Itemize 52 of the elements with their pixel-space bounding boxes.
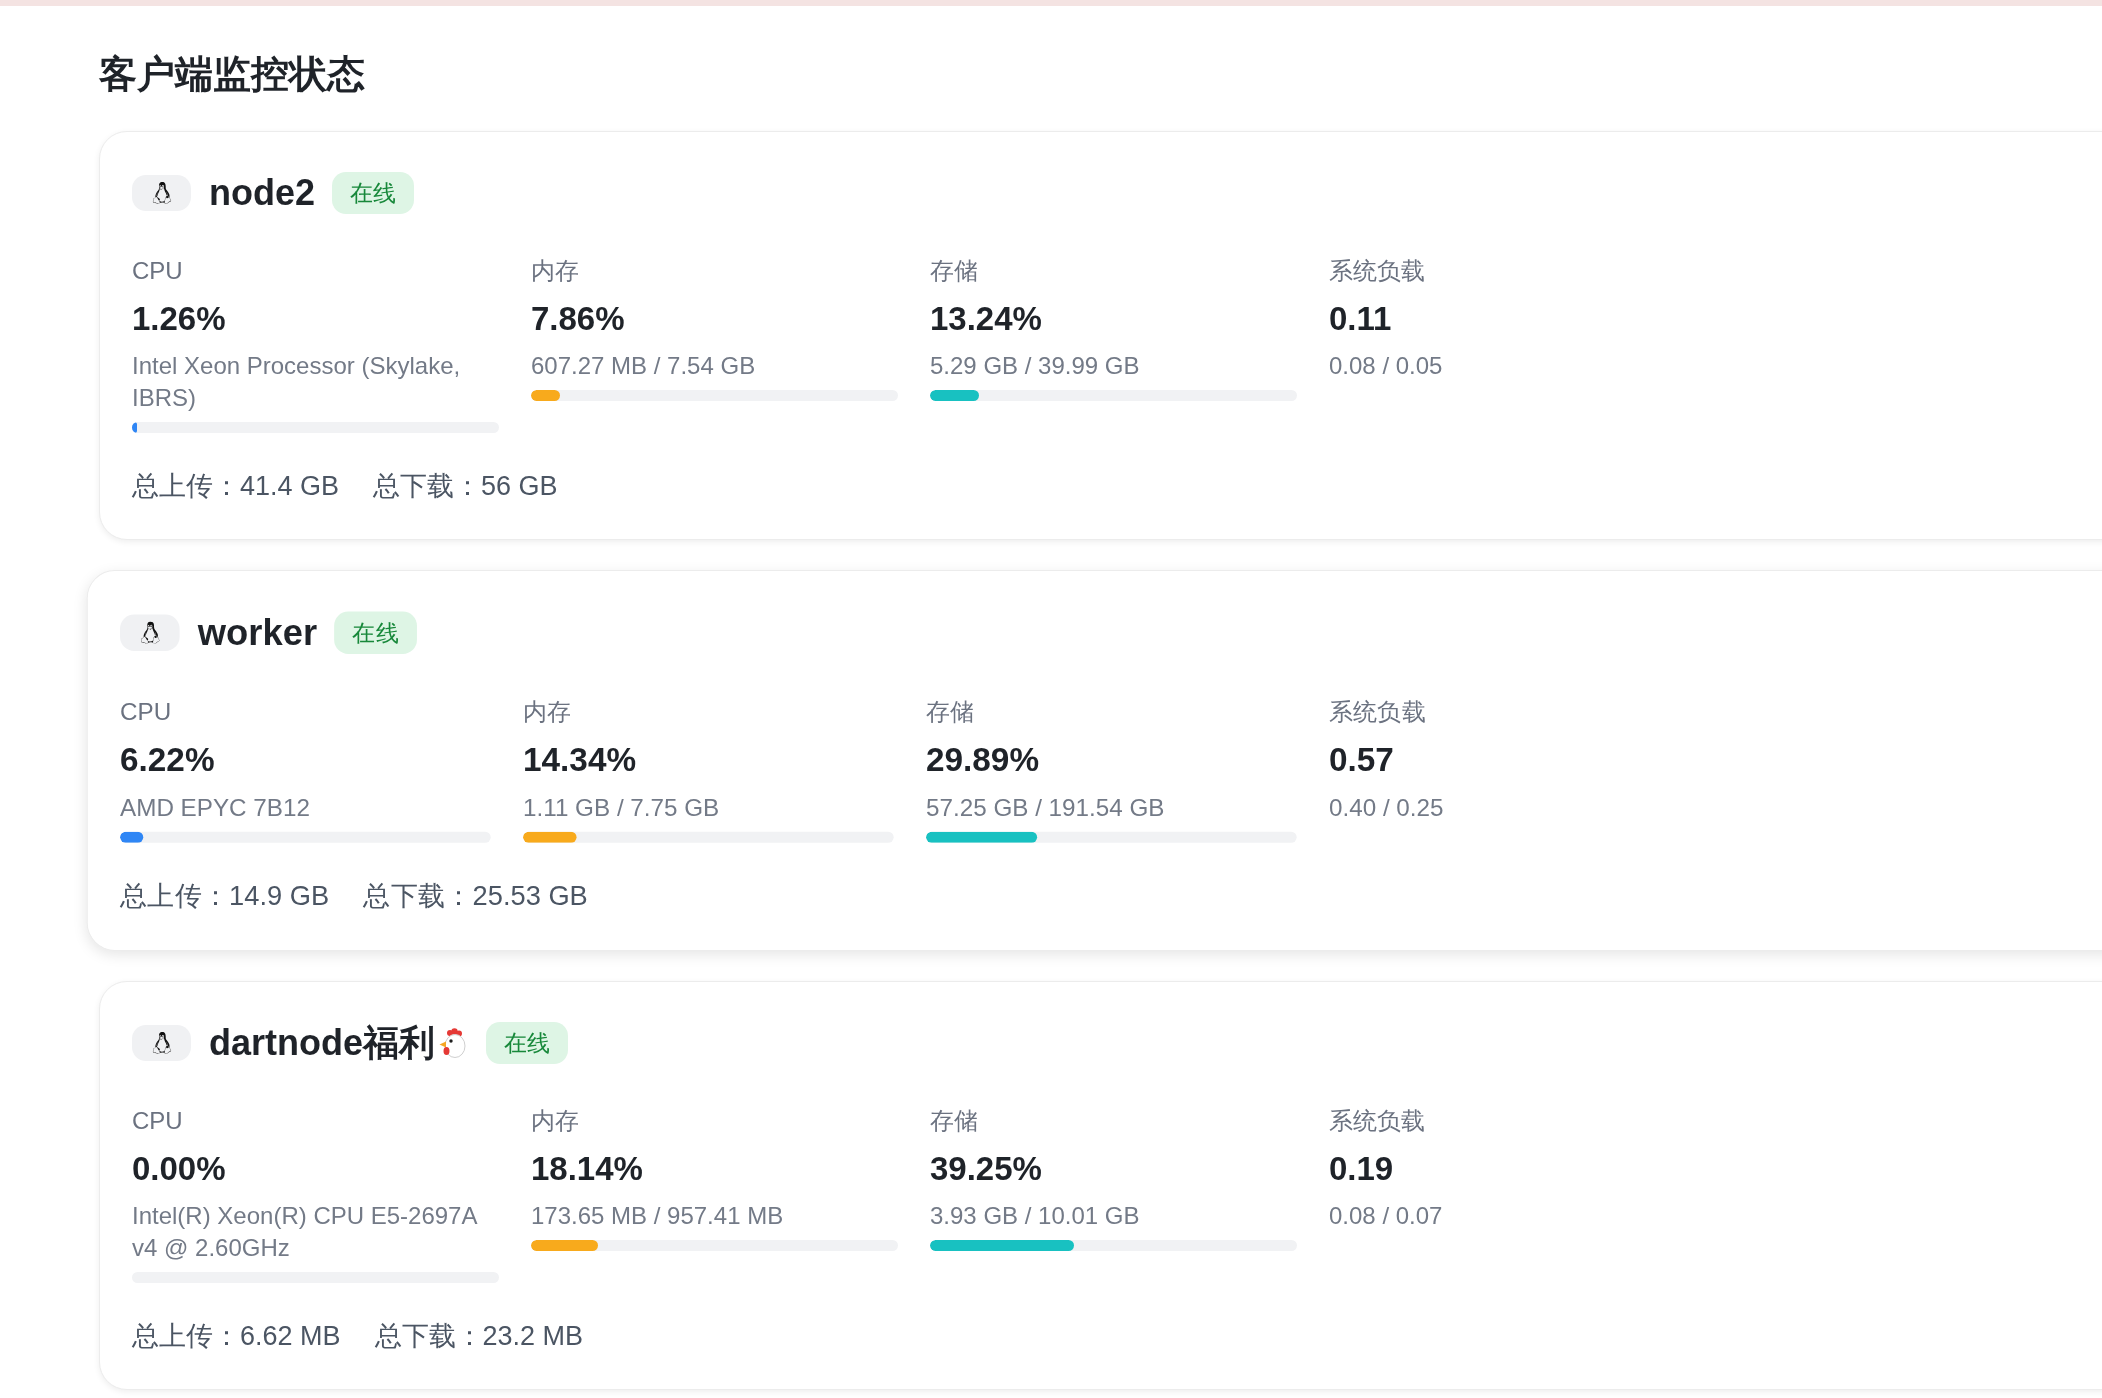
metric-value: 6.22% — [120, 739, 216, 781]
metric-label: 系统负载 — [1329, 1106, 1426, 1136]
metric-detail: 0.40 / 0.25 — [1329, 792, 1445, 823]
metric-value: 0.11 — [1329, 299, 1393, 339]
metric-detail: 1.11 GB / 7.75 GB — [523, 792, 721, 823]
status-badge: 在线 — [486, 1022, 568, 1064]
metric-label: 系统负载 — [1329, 696, 1427, 727]
penguin-icon — [120, 614, 180, 651]
metric-detail: 57.25 GB / 191.54 GB — [926, 792, 1166, 823]
metric-value: 14.34% — [523, 739, 638, 781]
metric-value: 13.24% — [930, 299, 1043, 339]
metric-detail: 0.08 / 0.07 — [1329, 1201, 1444, 1231]
penguin-icon — [132, 1025, 191, 1061]
metric-value: 29.89% — [926, 739, 1041, 781]
metric-detail: 607.27 MB / 7.54 GB — [531, 351, 757, 381]
metric-label: 存储 — [930, 1106, 979, 1136]
metric-detail: 173.65 MB / 957.41 MB — [531, 1201, 785, 1231]
metric-value: 1.26% — [132, 299, 227, 339]
metric-label: CPU — [120, 696, 173, 727]
metric-value: 39.25% — [930, 1149, 1043, 1189]
metric-detail: 0.08 / 0.05 — [1329, 351, 1444, 381]
metric-detail: Intel Xeon Processor (Skylake, IBRS) — [132, 351, 462, 413]
metric-detail: AMD EPYC 7B12 — [120, 792, 311, 823]
penguin-icon — [132, 175, 191, 211]
traffic-total: 总上传：14.9 GB — [120, 880, 330, 914]
metric-value: 0.57 — [1329, 739, 1395, 781]
server-name: worker — [197, 611, 318, 654]
metric-label: CPU — [132, 256, 184, 286]
metric-label: 存储 — [926, 696, 976, 727]
metric-value: 7.86% — [531, 299, 626, 339]
traffic-total: 总下载：25.53 GB — [363, 880, 588, 914]
page-title: 客户端监控状态 — [99, 52, 366, 97]
status-badge: 在线 — [334, 611, 417, 654]
traffic-total: 总上传：6.62 MB — [132, 1320, 341, 1353]
metric-value: 18.14% — [531, 1149, 644, 1189]
metric-label: 系统负载 — [1329, 256, 1426, 286]
status-badge: 在线 — [332, 172, 414, 214]
metric-value: 0.00% — [132, 1149, 227, 1189]
traffic-total: 总上传：41.4 GB — [132, 470, 340, 503]
metric-value: 0.19 — [1329, 1149, 1395, 1189]
traffic-total: 总下载：56 GB — [373, 470, 558, 503]
server-name: node2 — [209, 172, 315, 214]
metric-label: 内存 — [531, 1106, 580, 1136]
metric-detail: Intel(R) Xeon(R) CPU E5-2697A v4 @ 2.60GHz — [132, 1201, 478, 1263]
metric-label: CPU — [132, 1106, 184, 1136]
traffic-total: 总下载：23.2 MB — [374, 1320, 584, 1353]
server-name: dartnode福利 — [209, 1022, 435, 1064]
metric-label: 内存 — [523, 696, 573, 727]
metric-label: 存储 — [930, 256, 979, 286]
metric-detail: 5.29 GB / 39.99 GB — [930, 351, 1141, 381]
metric-detail: 3.93 GB / 10.01 GB — [930, 1201, 1141, 1231]
metric-label: 内存 — [531, 256, 580, 286]
